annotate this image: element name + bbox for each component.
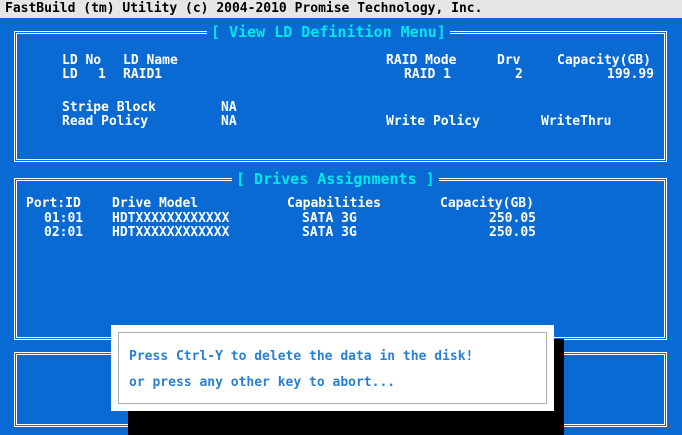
title-bar: FastBuild (tm) Utility (c) 2004-2010 Pro… [0,0,682,18]
dialog-message-line2: or press any other key to abort... [129,375,396,390]
header-capabilities: Capabilities [287,196,381,211]
header-drive-model: Drive Model [112,196,199,211]
drive-capacity: 250.05 [489,225,536,240]
raid-mode-value: RAID 1 [404,67,451,82]
drive-port-id: 02:01 [44,225,84,240]
drv-value: 2 [515,67,523,82]
view-ld-definition-panel: [ View LD Definition Menu] [14,22,667,162]
dialog-frame [118,332,547,404]
ld-number: 1 [98,67,106,82]
ld-name-value: RAID1 [123,67,163,82]
drive-model: HDTXXXXXXXXXXXX [112,225,230,240]
delete-confirmation-dialog[interactable]: Press Ctrl-Y to delete the data in the d… [111,325,554,411]
ld-capacity-value: 199.99 [607,67,654,82]
drives-assignments-title: [ Drives Assignments ] [232,169,439,189]
header-drive-capacity: Capacity(GB) [440,196,534,211]
write-policy-value: WriteThru [541,114,612,129]
header-port-id: Port:ID [26,196,81,211]
dialog-message-line1: Press Ctrl-Y to delete the data in the d… [129,349,474,364]
drive-capabilities: SATA 3G [302,225,357,240]
ld-label: LD [62,67,78,82]
write-policy-label: Write Policy [386,114,480,129]
read-policy-value: NA [221,114,237,129]
read-policy-label: Read Policy [62,114,149,129]
view-ld-definition-title: [ View LD Definition Menu] [207,22,450,42]
